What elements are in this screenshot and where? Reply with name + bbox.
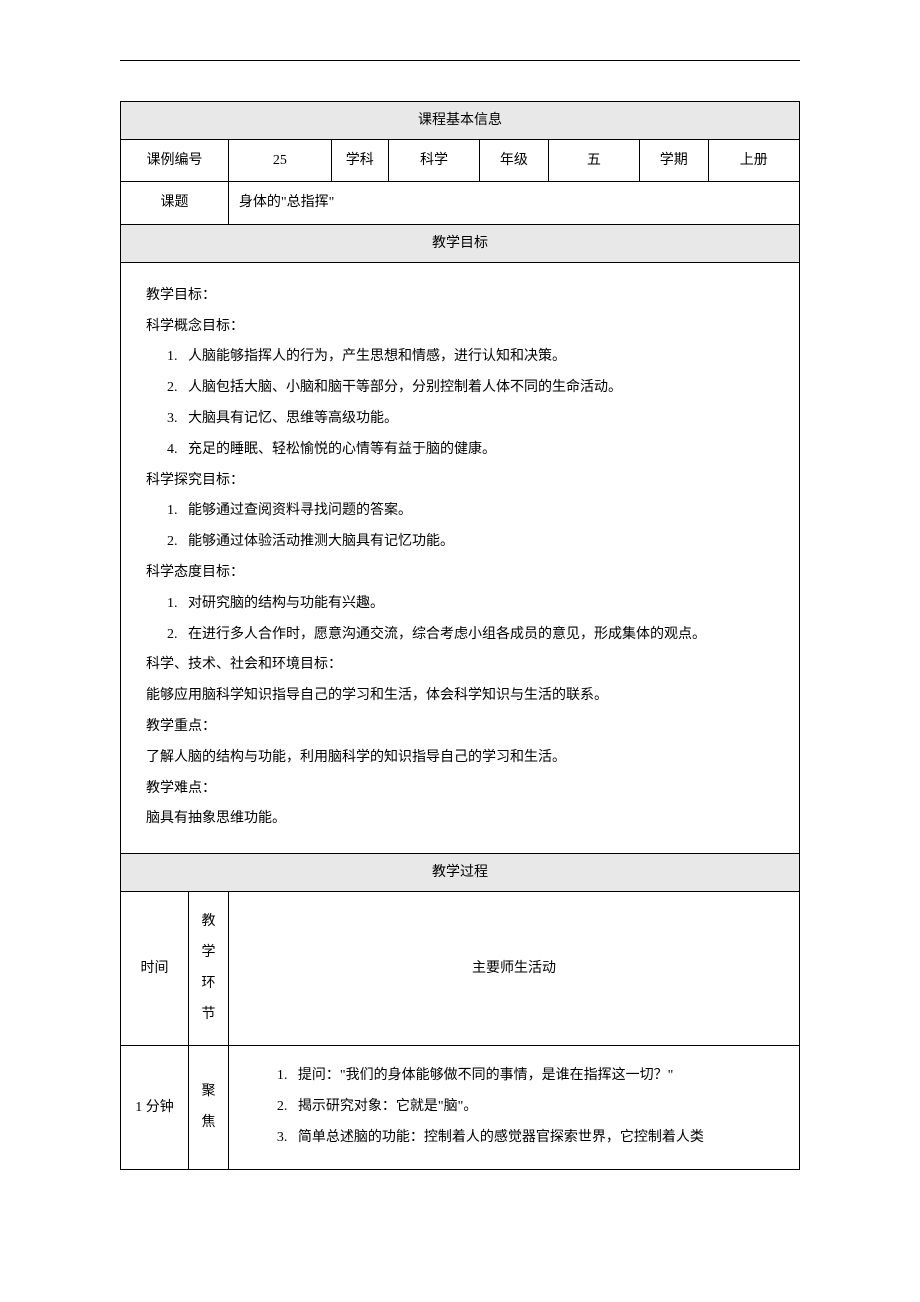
topic-label: 课题 bbox=[121, 182, 229, 224]
attitude-item-1: 1. 对研究脑的结构与功能有兴趣。 bbox=[146, 589, 774, 620]
objectives-content: 教学目标： 科学概念目标： 1. 人脑能够指挥人的行为，产生思想和情感，进行认知… bbox=[121, 262, 800, 853]
keypoint-text: 了解人脑的结构与功能，利用脑科学的知识指导自己的学习和生活。 bbox=[146, 743, 774, 774]
course-id-label: 课例编号 bbox=[121, 140, 229, 182]
keypoint-title: 教学重点： bbox=[146, 712, 774, 743]
semester-value: 上册 bbox=[708, 140, 799, 182]
difficulty-text: 脑具有抽象思维功能。 bbox=[146, 804, 774, 835]
activity-item-1: 1. 提问："我们的身体能够做不同的事情，是谁在指挥这一切？" bbox=[277, 1061, 779, 1092]
topic-value: 身体的"总指挥" bbox=[228, 182, 799, 224]
inquiry-item-1: 1. 能够通过查阅资料寻找问题的答案。 bbox=[146, 496, 774, 527]
attitude-item-2: 2. 在进行多人合作时，愿意沟通交流，综合考虑小组各成员的意见，形成集体的观点。 bbox=[146, 620, 774, 651]
inquiry-item-2: 2. 能够通过体验活动推测大脑具有记忆功能。 bbox=[146, 527, 774, 558]
concept-item-2: 2. 人脑包括大脑、小脑和脑干等部分，分别控制着人体不同的生命活动。 bbox=[146, 373, 774, 404]
concept-item-4: 4. 充足的睡眠、轻松愉悦的心情等有益于脑的健康。 bbox=[146, 435, 774, 466]
row1-time: 1 分钟 bbox=[121, 1046, 189, 1169]
basic-info-header: 课程基本信息 bbox=[121, 102, 800, 140]
course-id-value: 25 bbox=[228, 140, 331, 182]
top-divider bbox=[120, 60, 800, 61]
grade-value: 五 bbox=[548, 140, 639, 182]
stse-title: 科学、技术、社会和环境目标： bbox=[146, 650, 774, 681]
stse-text: 能够应用脑科学知识指导自己的学习和生活，体会科学知识与生活的联系。 bbox=[146, 681, 774, 712]
process-header: 教学过程 bbox=[121, 854, 800, 892]
process-row-1: 1 分钟 聚 焦 1. 提问："我们的身体能够做不同的事情，是谁在指挥这一切？"… bbox=[121, 1046, 800, 1169]
activity-item-3: 3. 简单总述脑的功能：控制着人的感觉器官探索世界，它控制着人类 bbox=[277, 1123, 779, 1154]
subject-label: 学科 bbox=[331, 140, 388, 182]
grade-label: 年级 bbox=[480, 140, 549, 182]
info-row-1: 课例编号 25 学科 科学 年级 五 学期 上册 bbox=[121, 140, 800, 182]
attitude-title: 科学态度目标： bbox=[146, 558, 774, 589]
row1-stage: 聚 焦 bbox=[188, 1046, 228, 1169]
concept-item-3: 3. 大脑具有记忆、思维等高级功能。 bbox=[146, 404, 774, 435]
col-time: 时间 bbox=[121, 892, 189, 1046]
row1-activity: 1. 提问："我们的身体能够做不同的事情，是谁在指挥这一切？" 2. 揭示研究对… bbox=[228, 1046, 799, 1169]
subject-value: 科学 bbox=[388, 140, 479, 182]
objectives-header: 教学目标 bbox=[121, 224, 800, 262]
difficulty-title: 教学难点： bbox=[146, 774, 774, 805]
inquiry-title: 科学探究目标： bbox=[146, 466, 774, 497]
col-activity: 主要师生活动 bbox=[228, 892, 799, 1046]
process-header-row: 时间 教 学 环 节 主要师生活动 bbox=[121, 892, 800, 1046]
concept-title: 科学概念目标： bbox=[146, 312, 774, 343]
document-table: 课程基本信息 课例编号 25 学科 科学 年级 五 学期 上册 课题 身体的"总… bbox=[120, 101, 800, 1170]
col-stage: 教 学 环 节 bbox=[188, 892, 228, 1046]
concept-item-1: 1. 人脑能够指挥人的行为，产生思想和情感，进行认知和决策。 bbox=[146, 342, 774, 373]
semester-label: 学期 bbox=[640, 140, 709, 182]
objectives-title: 教学目标： bbox=[146, 281, 774, 312]
activity-item-2: 2. 揭示研究对象：它就是"脑"。 bbox=[277, 1092, 779, 1123]
info-row-2: 课题 身体的"总指挥" bbox=[121, 182, 800, 224]
